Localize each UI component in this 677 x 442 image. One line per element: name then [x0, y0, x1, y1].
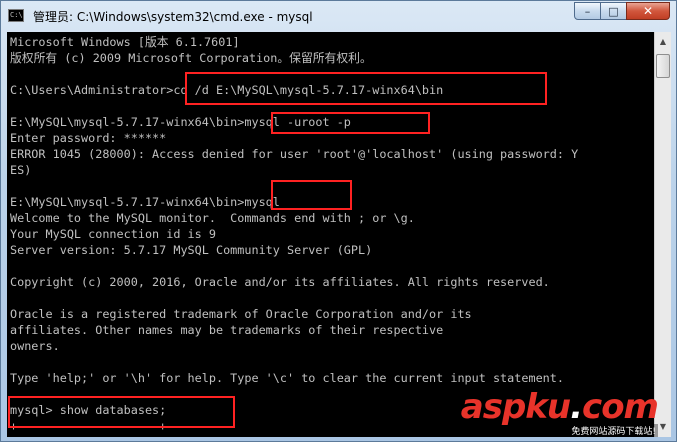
console-line: Oracle is a registered trademark of Orac…	[10, 307, 472, 321]
cmd-icon-text: C:\	[10, 11, 23, 19]
console-line: ERROR 1045 (28000): Access denied for us…	[10, 147, 579, 161]
window-controls: – □ ✕	[574, 2, 670, 20]
close-button[interactable]: ✕	[626, 2, 670, 20]
console-line: Microsoft Windows [版本 6.1.7601]	[10, 35, 240, 49]
console-line: Your MySQL connection id is 9	[10, 227, 216, 241]
console-output[interactable]: Microsoft Windows [版本 6.1.7601] 版权所有 (c)…	[7, 32, 654, 437]
console-line: Enter password: ******	[10, 131, 167, 145]
watermark-logo-dot: .	[570, 387, 583, 427]
maximize-icon: □	[608, 4, 619, 18]
watermark-logo: aspku.com	[460, 387, 659, 427]
console-line: affiliates. Other names may be trademark…	[10, 323, 444, 337]
console-line: Copyright (c) 2000, 2016, Oracle and/or …	[10, 275, 550, 289]
console-line: ES)	[10, 163, 32, 177]
highlight-mysql-command	[271, 180, 352, 210]
title-bar[interactable]: C:\ 管理员: C:\Windows\system32\cmd.exe - m…	[1, 1, 676, 31]
console-line: 版权所有 (c) 2009 Microsoft Corporation。保留所有…	[10, 51, 372, 65]
close-icon: ✕	[642, 4, 654, 18]
scroll-up-icon[interactable]: ▲	[655, 33, 671, 50]
cmd-window: C:\ 管理员: C:\Windows\system32\cmd.exe - m…	[0, 0, 677, 442]
highlight-login-command	[271, 112, 430, 134]
watermark: aspku.com 免费网站源码下载站!	[460, 387, 659, 437]
window-title: 管理员: C:\Windows\system32\cmd.exe - mysql	[33, 10, 313, 24]
console-line: owners.	[10, 339, 60, 353]
console-line: Type 'help;' or '\h' for help. Type '\c'…	[10, 371, 564, 385]
console-line: E:\MySQL\mysql-5.7.17-winx64\bin>mysql	[10, 195, 280, 209]
console-line: Welcome to the MySQL monitor. Commands e…	[10, 211, 415, 225]
minimize-icon: –	[584, 4, 591, 18]
console-line: Server version: 5.7.17 MySQL Community S…	[10, 243, 373, 257]
maximize-button[interactable]: □	[600, 2, 627, 20]
minimize-button[interactable]: –	[574, 2, 601, 20]
watermark-logo-name: aspku	[460, 387, 571, 427]
cmd-icon[interactable]: C:\	[8, 9, 24, 22]
scroll-thumb[interactable]	[656, 54, 670, 78]
highlight-show-databases	[8, 396, 235, 428]
watermark-logo-tld: com	[582, 387, 659, 427]
highlight-cd-command	[185, 72, 547, 105]
vertical-scrollbar[interactable]: ▲ ▼	[654, 32, 671, 437]
